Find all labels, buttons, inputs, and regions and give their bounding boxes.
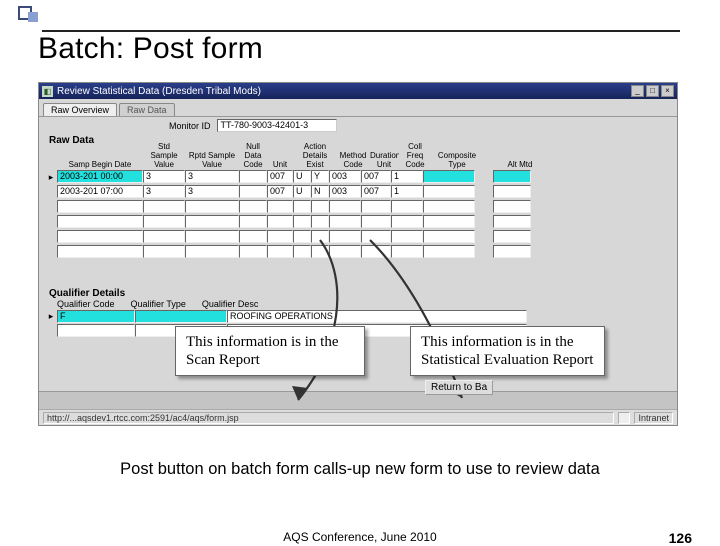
maximize-button[interactable]: □ (646, 85, 659, 97)
app-icon: ◧ (42, 86, 53, 97)
tab-raw-data[interactable]: Raw Data (119, 103, 175, 116)
cell-u2[interactable]: U (293, 185, 311, 198)
row-marker-icon: ▸ (45, 170, 57, 184)
cell-rs[interactable]: 3 (185, 185, 239, 198)
cell-date[interactable]: 2003-201 07:00 (57, 185, 143, 198)
col-composite: Composite Type (431, 151, 483, 169)
tab-bar: Raw Overview Raw Data (39, 99, 677, 117)
cell-ae[interactable]: Y (311, 170, 329, 183)
cell-meth[interactable]: 003 (329, 170, 361, 183)
cell-sv[interactable]: 3 (143, 185, 185, 198)
slide-title: Batch: Post form (38, 32, 263, 66)
callout-stat-eval-report: This information is in the Statistical E… (410, 326, 605, 376)
table-row: 2003-201 07:00 3 3 007 U N 003 007 1 (45, 185, 671, 199)
status-bar: http://...aqsdev1.rtcc.com:2591/ac4/aqs/… (39, 409, 677, 425)
qualifier-row: ▸ F ROOFING OPERATIONS (45, 310, 665, 323)
corner-square-fill-icon (28, 12, 38, 22)
status-icon (618, 412, 630, 424)
col-null-data: Null Data Code (239, 142, 267, 169)
col-date: Samp Begin Date (57, 160, 143, 169)
status-path: http://...aqsdev1.rtcc.com:2591/ac4/aqs/… (43, 412, 614, 424)
status-zone: Intranet (634, 412, 673, 424)
monitor-id-label: Monitor ID (169, 121, 211, 131)
col-alt-mdl: Alt Mtd (501, 160, 539, 169)
col-action-exist: Action Details Exist (293, 142, 337, 169)
raw-data-table: Samp Begin Date Std Sample Value Rptd Sa… (45, 147, 671, 259)
window-title: Review Statistical Data (Dresden Tribal … (57, 86, 261, 97)
cell-meth[interactable]: 003 (329, 185, 361, 198)
cell-date[interactable]: 2003-201 00:00 (57, 170, 143, 183)
page-number: 126 (669, 530, 692, 546)
cell-dur[interactable]: 007 (361, 185, 391, 198)
tab-raw-overview[interactable]: Raw Overview (43, 103, 117, 116)
col-method: Method Code (337, 151, 369, 169)
cell-unit[interactable]: 007 (267, 170, 293, 183)
table-row (45, 230, 671, 244)
qual-head-desc: Qualifier Desc (202, 299, 259, 309)
cell-alt[interactable] (493, 185, 531, 198)
cell-cf[interactable]: 1 (391, 170, 423, 183)
minimize-button[interactable]: _ (631, 85, 644, 97)
table-header: Samp Begin Date Std Sample Value Rptd Sa… (45, 147, 671, 169)
window-button-row (39, 391, 677, 409)
cell-rs[interactable]: 3 (185, 170, 239, 183)
qual-head-code: Qualifier Code (57, 299, 115, 309)
qualifier-label: Qualifier Details (49, 288, 665, 299)
qual-type[interactable] (135, 310, 227, 323)
cell-ndc[interactable] (239, 185, 267, 198)
cell-sv[interactable]: 3 (143, 170, 185, 183)
footer-conference: AQS Conference, June 2010 (283, 530, 436, 544)
row-marker-icon: ▸ (45, 311, 57, 322)
table-row: ▸ 2003-201 00:00 3 3 007 U Y 003 007 1 (45, 170, 671, 184)
table-row (45, 200, 671, 214)
monitor-id-field[interactable]: TT-780-9003-42401-3 (217, 119, 337, 132)
close-button[interactable]: × (661, 85, 674, 97)
col-unit: Unit (267, 160, 293, 169)
callout-scan-report: This information is in the Scan Report (175, 326, 365, 376)
qual-head-type: Qualifier Type (131, 299, 186, 309)
qualifier-header: Qualifier Code Qualifier Type Qualifier … (57, 299, 665, 309)
qual-desc[interactable]: ROOFING OPERATIONS (227, 310, 527, 323)
cell-ndc[interactable] (239, 170, 267, 183)
cell-unit[interactable]: 007 (267, 185, 293, 198)
col-duration: Duration Unit (369, 151, 399, 169)
cell-cf[interactable]: 1 (391, 185, 423, 198)
qual-code[interactable]: F (57, 310, 135, 323)
cell-dur[interactable]: 007 (361, 170, 391, 183)
col-coll-freq: Coll Freq Code (399, 142, 431, 169)
return-button[interactable]: Return to Ba (425, 380, 493, 395)
slide-caption: Post button on batch form calls-up new f… (0, 460, 720, 479)
col-rptd-value: Rptd Sample Value (185, 151, 239, 169)
cell-alt[interactable] (493, 170, 531, 183)
cell-ae[interactable]: N (311, 185, 329, 198)
cell-ctype[interactable] (423, 185, 475, 198)
col-std-value: Std Sample Value (143, 142, 185, 169)
table-row (45, 245, 671, 259)
table-row (45, 215, 671, 229)
cell-u2[interactable]: U (293, 170, 311, 183)
cell-ctype[interactable] (423, 170, 475, 183)
window-titlebar: ◧ Review Statistical Data (Dresden Triba… (39, 83, 677, 99)
